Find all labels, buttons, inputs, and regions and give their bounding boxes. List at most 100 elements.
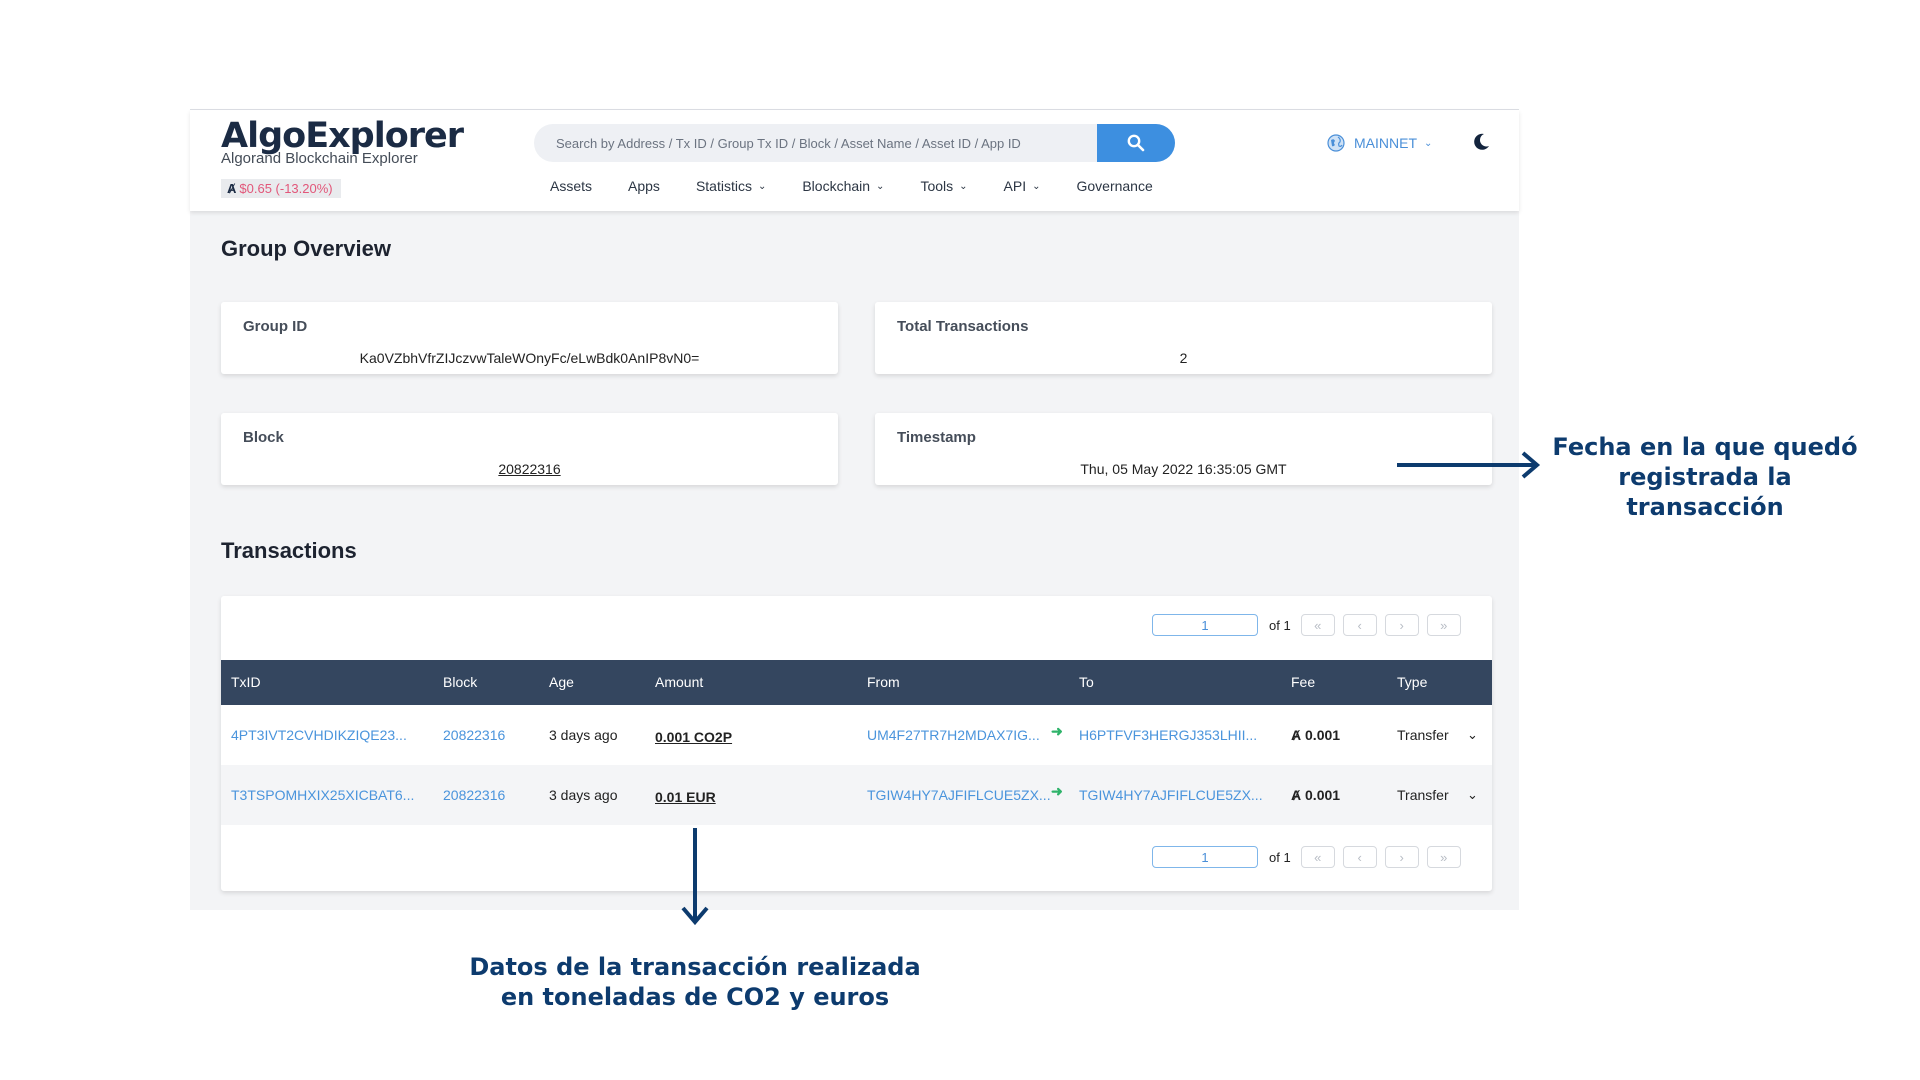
total-transactions-label: Total Transactions — [897, 318, 1029, 335]
to-address-link[interactable]: TGIW4HY7AJFIFLCUE5ZX... — [1079, 787, 1263, 803]
chevron-down-icon[interactable]: ⌄ — [1467, 787, 1478, 803]
column-header: Fee — [1291, 674, 1316, 690]
algo-price-badge: Ⱥ $0.65 (-13.20%) — [221, 179, 341, 198]
group-id-value: Ka0VZbhVfrZIJczvwTaleWOnyFc/eLwBdk0AnIP8… — [359, 350, 700, 366]
from-address-link[interactable]: UM4F27TR7H2MDAX7IG... — [867, 727, 1040, 743]
pagination-top: of 1 « ‹ › » — [1152, 614, 1469, 636]
block-link[interactable]: 20822316 — [443, 727, 505, 743]
column-header: Amount — [655, 674, 704, 690]
top-header: AlgoExplorer Algorand Blockchain Explore… — [190, 110, 1519, 211]
block-link[interactable]: 20822316 — [443, 787, 505, 803]
timestamp-annotation: Fecha en la que quedó registrada la tran… — [1540, 432, 1870, 522]
amount-link[interactable]: 0.001 CO2P — [655, 729, 732, 745]
search-input[interactable] — [534, 124, 1094, 162]
nav-label: Tools — [920, 178, 954, 194]
first-page-button[interactable]: « — [1300, 846, 1335, 868]
group-id-label: Group ID — [243, 318, 308, 335]
page-number-input[interactable] — [1152, 846, 1258, 868]
chevron-down-icon: ⌄ — [757, 180, 767, 192]
from-address-link[interactable]: TGIW4HY7AJFIFLCUE5ZX... — [867, 787, 1051, 803]
first-page-button[interactable]: « — [1300, 614, 1335, 636]
search-bar — [534, 124, 1175, 162]
column-header: Type — [1397, 674, 1428, 690]
network-selector[interactable]: MAINNET ⌄ — [1327, 134, 1432, 152]
chevron-down-icon: ⌄ — [1424, 137, 1433, 149]
type-text: Transfer — [1397, 727, 1449, 743]
nav-label: Apps — [628, 178, 660, 194]
page-count: of 1 — [1269, 617, 1291, 633]
algo-symbol-icon: Ⱥ — [1291, 727, 1302, 743]
nav-label: Blockchain — [802, 178, 871, 194]
table-row: 4PT3IVT2CVHDIKZIQE23... 20822316 3 days … — [221, 705, 1492, 765]
algo-symbol-icon: Ⱥ — [227, 181, 237, 196]
prev-page-button[interactable]: ‹ — [1342, 846, 1377, 868]
page-count: of 1 — [1269, 849, 1291, 865]
amount-annotation: Datos de la transacción realizada en ton… — [450, 952, 940, 1012]
table-row: T3TSPOMHXIX25XICBAT6... 20822316 3 days … — [221, 765, 1492, 825]
to-address-link[interactable]: H6PTFVF3HERGJ353LHII... — [1079, 727, 1257, 743]
annotation-line: en toneladas de CO2 y euros — [500, 983, 890, 1011]
column-header: From — [867, 674, 900, 690]
nav-statistics[interactable]: Statistics ⌄ — [696, 178, 766, 194]
globe-icon — [1327, 134, 1345, 152]
page-number-input[interactable] — [1152, 614, 1258, 636]
page-title: Group Overview — [221, 236, 391, 261]
amount-link[interactable]: 0.01 EUR — [655, 789, 716, 805]
arrow-right-icon: ➜ — [1051, 723, 1063, 739]
fee-amount: 0.001 — [1305, 727, 1341, 743]
annotation-line: registrada la transacción — [1618, 463, 1792, 521]
arrow-down-annotation-icon — [681, 828, 709, 926]
table-header: TxID Block Age Amount From To Fee Type — [221, 660, 1492, 705]
total-transactions-card: Total Transactions 2 — [875, 302, 1492, 374]
annotation-line: Datos de la transacción realizada — [469, 953, 921, 981]
nav-label: Governance — [1076, 178, 1153, 194]
nav-governance[interactable]: Governance — [1076, 178, 1152, 194]
search-button[interactable] — [1097, 124, 1175, 162]
timestamp-label: Timestamp — [897, 429, 976, 446]
total-transactions-value: 2 — [1179, 350, 1188, 366]
group-id-card: Group ID Ka0VZbhVfrZIJczvwTaleWOnyFc/eLw… — [221, 302, 838, 374]
annotation-line: Fecha en la que quedó — [1552, 433, 1858, 461]
main-nav: Assets Apps Statistics ⌄ Blockchain ⌄ Tool… — [550, 178, 1189, 194]
txid-link[interactable]: 4PT3IVT2CVHDIKZIQE23... — [231, 727, 407, 743]
nav-label: Statistics — [695, 178, 752, 194]
column-header: Age — [549, 674, 574, 690]
fee-value: Ⱥ 0.001 — [1291, 787, 1340, 803]
prev-page-button[interactable]: ‹ — [1342, 614, 1377, 636]
next-page-button[interactable]: › — [1384, 614, 1419, 636]
arrow-right-icon: ➜ — [1051, 783, 1063, 799]
fee-amount: 0.001 — [1305, 787, 1341, 803]
browser-page: AlgoExplorer Algorand Blockchain Explore… — [190, 109, 1519, 910]
block-link[interactable]: 20822316 — [221, 461, 838, 477]
chevron-down-icon[interactable]: ⌄ — [1467, 727, 1478, 743]
column-header: Block — [443, 674, 478, 690]
last-page-button[interactable]: » — [1426, 846, 1461, 868]
age-text: 3 days ago — [549, 787, 618, 803]
txid-link[interactable]: T3TSPOMHXIX25XICBAT6... — [231, 787, 414, 803]
chevron-down-icon: ⌄ — [959, 180, 968, 192]
search-icon — [1127, 134, 1145, 152]
nav-api[interactable]: API ⌄ — [1004, 178, 1041, 194]
transactions-table-card: of 1 « ‹ › » TxID Block Age Amount From … — [221, 596, 1492, 891]
column-header: TxID — [231, 674, 261, 690]
dark-mode-toggle[interactable] — [1471, 132, 1491, 157]
block-card: Block 20822316 — [221, 413, 838, 485]
nav-tools[interactable]: Tools ⌄ — [920, 178, 967, 194]
type-text: Transfer — [1397, 787, 1449, 803]
transactions-title: Transactions — [221, 538, 357, 563]
age-text: 3 days ago — [549, 727, 618, 743]
tagline: Algorand Blockchain Explorer — [221, 150, 418, 167]
algo-symbol-icon: Ⱥ — [1291, 787, 1302, 803]
chevron-down-icon: ⌄ — [876, 180, 885, 192]
nav-label: API — [1003, 178, 1027, 194]
pagination-bottom: of 1 « ‹ › » — [1152, 846, 1469, 868]
block-label: Block — [243, 429, 284, 446]
nav-apps[interactable]: Apps — [628, 178, 660, 194]
next-page-button[interactable]: › — [1384, 846, 1419, 868]
chevron-down-icon: ⌄ — [1032, 180, 1041, 192]
last-page-button[interactable]: » — [1426, 614, 1461, 636]
nav-blockchain[interactable]: Blockchain ⌄ — [802, 178, 884, 194]
price-value: $0.65 (-13.20%) — [239, 181, 333, 196]
arrow-right-annotation-icon — [1397, 451, 1541, 479]
nav-assets[interactable]: Assets — [550, 178, 592, 194]
